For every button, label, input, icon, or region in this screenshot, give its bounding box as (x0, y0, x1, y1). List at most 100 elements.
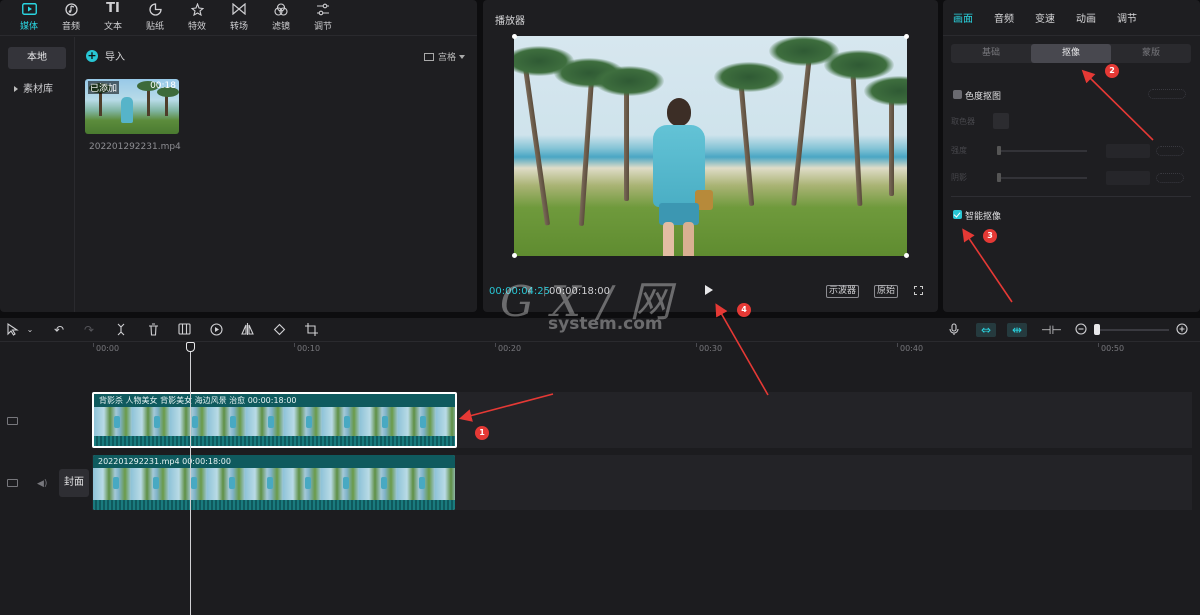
main-track-magnet-icon[interactable]: ⇔ (976, 323, 996, 337)
redo-icon[interactable]: ↷ (82, 323, 96, 337)
crop-handle[interactable] (904, 253, 909, 258)
thumbnail-person (121, 97, 133, 123)
properties-panel: 画面 音频 变速 动画 调节 基础 抠像 蒙版 色度抠图 取色器 强度 阴影 智… (943, 0, 1200, 312)
select-cursor-icon[interactable] (6, 322, 20, 337)
microphone-icon[interactable] (947, 323, 961, 337)
shadow-slider[interactable] (997, 173, 1001, 182)
tab-adjust[interactable]: 调节 (302, 0, 344, 35)
time-ruler[interactable]: 00:00 00:10 00:20 00:30 00:40 00:50 (0, 343, 1200, 357)
reverse-play-icon[interactable] (209, 323, 223, 337)
plus-icon: + (86, 48, 98, 62)
sidebar-item-local[interactable]: 本地 (8, 47, 66, 69)
tab-prop-adjust[interactable]: 调节 (1117, 10, 1137, 25)
smart-cutout-checkbox[interactable] (953, 210, 962, 219)
adjust-icon (315, 2, 331, 16)
tab-picture[interactable]: 画面 (953, 10, 973, 25)
picker-row: 取色器 (951, 113, 1191, 129)
original-ratio-button[interactable]: 原始 (874, 285, 899, 298)
intensity-slider[interactable] (997, 146, 1001, 155)
shadow-label: 阴影 (951, 173, 967, 182)
subtab-basic[interactable]: 基础 (951, 44, 1031, 63)
media-sidebar: 本地 素材库 (0, 37, 75, 312)
chroma-key-checkbox[interactable] (953, 90, 962, 99)
annotation-badge: 3 (983, 229, 997, 243)
smart-cutout-label: 智能抠像 (965, 212, 1002, 222)
zoom-in-icon[interactable] (1175, 323, 1189, 337)
main-clip-label: 202201292231.mp4 00:00:18:00 (93, 455, 455, 468)
transition-icon (231, 2, 247, 16)
mirror-icon[interactable] (240, 323, 254, 337)
freeze-frame-icon[interactable] (177, 323, 191, 337)
player-panel: 播放器 00:00:04:25 | 00:00:18:00 示波器 原始 (483, 0, 938, 312)
chevron-down-icon[interactable]: ⌄ (23, 323, 37, 337)
crop-handle[interactable] (512, 34, 517, 39)
video-preview[interactable] (514, 36, 907, 256)
properties-tabs: 画面 音频 变速 动画 调节 (943, 0, 1200, 36)
auto-snap-icon[interactable]: ⇹ (1007, 323, 1027, 337)
fullscreen-icon[interactable] (914, 286, 923, 295)
zoom-track[interactable] (1095, 329, 1169, 331)
media-thumbnail[interactable]: 已添加 00:18 (85, 79, 179, 134)
ruler-label: 00:00 (96, 344, 120, 353)
subtab-cutout[interactable]: 抠像 (1031, 44, 1111, 63)
crop-handle[interactable] (512, 253, 517, 258)
crop-handle[interactable] (904, 34, 909, 39)
tab-text-label: 文本 (103, 22, 122, 32)
tab-text[interactable]: TI 文本 (92, 0, 134, 35)
view-mode-dropdown[interactable]: 宫格 (423, 50, 465, 63)
added-badge: 已添加 (88, 81, 120, 94)
caret-right-icon (14, 86, 18, 92)
intensity-input[interactable] (1106, 144, 1150, 158)
grid-icon (423, 52, 434, 61)
oscilloscope-button[interactable]: 示波器 (826, 285, 860, 298)
tab-adjust-label: 调节 (313, 22, 332, 32)
tab-speed[interactable]: 变速 (1035, 10, 1055, 25)
keyframe-arrows-icon[interactable] (1148, 89, 1186, 99)
overlay-clip[interactable]: 背影杀 人物美女 背影美女 海边风景 治愈 00:00:18:00 (92, 392, 457, 448)
tab-prop-audio[interactable]: 音频 (994, 10, 1014, 25)
mute-speaker-icon[interactable]: ◀) (37, 479, 47, 489)
intensity-keyframe-icon[interactable] (1156, 146, 1184, 156)
text-icon: TI (106, 1, 120, 16)
zoom-out-icon[interactable] (1074, 323, 1088, 337)
tab-audio[interactable]: 音频 (50, 0, 92, 35)
tab-effects[interactable]: 特效 (176, 0, 218, 35)
shadow-keyframe-icon[interactable] (1156, 173, 1184, 183)
import-label: 导入 (105, 52, 125, 63)
video-person (649, 98, 713, 256)
overlay-clip-label: 背影杀 人物美女 背影美女 海边风景 治愈 00:00:18:00 (94, 394, 455, 407)
linkage-icon[interactable]: ⊣⊢ (1041, 323, 1062, 337)
zoom-slider[interactable] (1094, 324, 1100, 335)
subtab-mask[interactable]: 蒙版 (1111, 44, 1191, 63)
track-video-icon[interactable] (7, 417, 18, 425)
shadow-input[interactable] (1106, 171, 1150, 185)
chevron-down-icon (459, 54, 465, 59)
tab-transition[interactable]: 转场 (218, 0, 260, 35)
crop-icon[interactable] (304, 323, 318, 337)
ruler-label: 00:50 (1101, 344, 1125, 353)
sidebar-item-library[interactable]: 素材库 (8, 79, 66, 101)
tab-sticker[interactable]: 贴纸 (134, 0, 176, 35)
split-icon[interactable] (114, 323, 128, 337)
annotation-badge: 2 (1105, 64, 1119, 78)
delete-icon[interactable] (146, 323, 160, 337)
watermark-sub: system.com (548, 314, 663, 334)
tab-media[interactable]: 媒体 (8, 0, 50, 35)
media-icon (21, 2, 37, 16)
view-mode-label: 宫格 (437, 53, 456, 63)
tab-sticker-label: 贴纸 (145, 22, 164, 32)
tab-filter[interactable]: 滤镜 (260, 0, 302, 35)
tab-media-label: 媒体 (19, 22, 38, 32)
import-button[interactable]: + 导入 (86, 48, 125, 63)
rotate-icon[interactable] (272, 323, 286, 337)
play-button[interactable] (705, 285, 713, 295)
effects-icon (189, 2, 205, 16)
playhead-handle[interactable] (186, 342, 195, 352)
cover-button[interactable]: 封面 (59, 469, 89, 497)
track-video-icon[interactable] (7, 479, 18, 487)
eyedropper-icon[interactable] (993, 113, 1009, 129)
tab-animation[interactable]: 动画 (1076, 10, 1096, 25)
undo-icon[interactable]: ↶ (52, 323, 66, 337)
main-clip[interactable]: 202201292231.mp4 00:00:18:00 (93, 455, 455, 510)
playhead[interactable] (190, 345, 191, 615)
